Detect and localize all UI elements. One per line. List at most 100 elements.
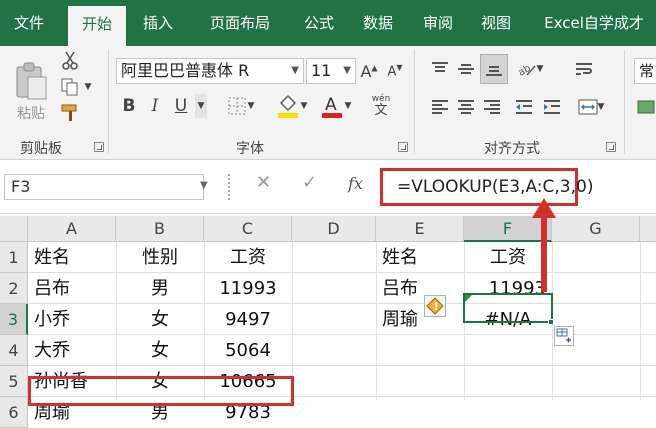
chevron-down-icon: ▼ (291, 65, 299, 76)
underline-button[interactable]: U (170, 94, 192, 118)
column-header-e[interactable]: E (376, 216, 464, 242)
format-painter-icon (61, 104, 77, 121)
cell-c1[interactable]: 工资 (204, 242, 292, 273)
cell-a3[interactable]: 小乔 (28, 304, 116, 335)
cell-e3[interactable]: 周瑜 (376, 304, 422, 335)
cancel-icon[interactable]: ✕ (256, 172, 271, 193)
bold-button[interactable]: B (118, 94, 140, 118)
increase-font-icon: A▲ (360, 61, 378, 81)
formula-bar-grip[interactable] (228, 174, 231, 200)
cell-a2[interactable]: 吕布 (28, 273, 116, 304)
row-header-2[interactable]: 2 (0, 273, 28, 304)
cell-b1[interactable]: 性别 (116, 242, 204, 273)
paste-button[interactable]: 粘贴 (8, 52, 54, 132)
column-header-a[interactable]: A (28, 216, 116, 242)
ribbon-home: 粘贴 ▼ 剪贴板 阿里巴巴普惠体 R ▼ 11 ▼ A▲ A▼ B I U ▼ … (0, 46, 656, 160)
tab-review[interactable]: 审阅 (410, 0, 466, 46)
phonetic-guide-button[interactable]: wén 文 (366, 90, 396, 122)
tab-data[interactable]: 数据 (350, 0, 406, 46)
select-all-corner[interactable] (0, 216, 28, 242)
accounting-icon (637, 100, 655, 114)
wrap-text-button[interactable] (572, 56, 596, 82)
top-align-button[interactable] (428, 56, 452, 82)
increase-font-size-button[interactable]: A▲ (358, 60, 380, 82)
cell-a1[interactable]: 姓名 (28, 242, 116, 273)
paste-icon (16, 62, 47, 100)
decrease-indent-button[interactable] (512, 94, 536, 120)
underline-options-button[interactable]: ▼ (195, 94, 207, 118)
column-header-g[interactable]: G (552, 216, 640, 242)
cell-c2[interactable]: 11993 (204, 273, 292, 304)
row-header-6[interactable]: 6 (0, 397, 28, 428)
tab-home[interactable]: 开始 (68, 6, 126, 46)
column-header-c[interactable]: C (204, 216, 292, 242)
merge-cells-icon (578, 99, 598, 115)
align-right-button[interactable] (480, 94, 504, 120)
format-painter-button[interactable] (58, 102, 82, 124)
quick-analysis-button[interactable] (554, 326, 574, 346)
increase-indent-button[interactable] (540, 94, 564, 120)
column-header-h[interactable] (640, 216, 656, 242)
align-bottom-icon (486, 66, 502, 76)
cell-b4[interactable]: 女 (116, 335, 204, 366)
decrease-font-size-button[interactable]: A▼ (384, 60, 406, 82)
alignment-launcher-icon[interactable] (606, 142, 616, 152)
font-size-select[interactable]: 11 ▼ (306, 58, 356, 84)
cell-b2[interactable]: 男 (116, 273, 204, 304)
align-top-icon (432, 62, 448, 72)
middle-align-button[interactable] (454, 56, 478, 82)
clipboard-group-label: 剪贴板 (20, 141, 62, 157)
tab-page-layout[interactable]: 页面布局 (196, 0, 284, 46)
cell-b3[interactable]: 女 (116, 304, 204, 335)
bottom-align-button[interactable] (480, 54, 508, 84)
chevron-down-icon: ▼ (343, 65, 351, 76)
chevron-down-icon[interactable]: ▼ (200, 180, 208, 191)
align-center-button[interactable] (454, 94, 478, 120)
column-header-d[interactable]: D (292, 216, 376, 242)
row-header-1[interactable]: 1 (0, 242, 28, 273)
font-color-button[interactable]: A ▼ (316, 92, 356, 120)
border-icon (228, 97, 246, 115)
tab-file[interactable]: 文件 (0, 0, 58, 46)
cell-a4[interactable]: 大乔 (28, 335, 116, 366)
chevron-down-icon: ▼ (84, 82, 92, 92)
chevron-down-icon: ▼ (300, 101, 308, 111)
fill-bucket-icon (277, 95, 298, 118)
row-header-3[interactable]: 3 (0, 304, 28, 335)
accounting-format-button[interactable] (636, 94, 656, 120)
borders-button[interactable]: ▼ (222, 94, 260, 118)
cell-c4[interactable]: 5064 (204, 335, 292, 366)
row-header-4[interactable]: 4 (0, 335, 28, 366)
font-name-select[interactable]: 阿里巴巴普惠体 R ▼ (116, 58, 304, 84)
row-header-5[interactable]: 5 (0, 366, 28, 397)
error-check-button[interactable]: ! (424, 295, 446, 317)
column-header-b[interactable]: B (116, 216, 204, 242)
italic-button[interactable]: I (144, 94, 166, 118)
orientation-button[interactable]: ab ▼ (512, 56, 548, 82)
cut-button[interactable] (58, 50, 82, 72)
tab-formulas[interactable]: 公式 (292, 0, 346, 46)
decrease-indent-icon (516, 100, 532, 114)
group-divider (414, 50, 415, 154)
merge-center-button[interactable]: ▼ (572, 94, 610, 120)
align-left-button[interactable] (428, 94, 452, 120)
copy-button[interactable]: ▼ (58, 76, 94, 98)
fill-handle[interactable] (548, 319, 554, 325)
ribbon-tab-bar: 文件 开始 插入 页面布局 公式 数据 审阅 视图 Excel自学成才 (0, 0, 656, 46)
number-format-select[interactable]: 常 (634, 58, 656, 84)
cell-e1[interactable]: 姓名 (376, 242, 464, 273)
enter-icon[interactable]: ✓ (302, 172, 317, 193)
tab-insert[interactable]: 插入 (130, 0, 186, 46)
phonetic-char: 文 (374, 103, 388, 118)
insert-function-button[interactable]: fx (348, 174, 363, 193)
font-launcher-icon[interactable] (398, 142, 408, 152)
tab-view[interactable]: 视图 (468, 0, 524, 46)
cell-e2[interactable]: 吕布 (376, 273, 464, 304)
clipboard-launcher-icon[interactable] (94, 142, 104, 152)
align-center-icon (458, 100, 474, 114)
copy-icon (61, 78, 78, 96)
tab-excel-self-study[interactable]: Excel自学成才 (532, 0, 656, 46)
fill-color-button[interactable]: ▼ (272, 92, 312, 120)
name-box[interactable]: F3 (4, 174, 204, 200)
cell-c3[interactable]: 9497 (204, 304, 292, 335)
